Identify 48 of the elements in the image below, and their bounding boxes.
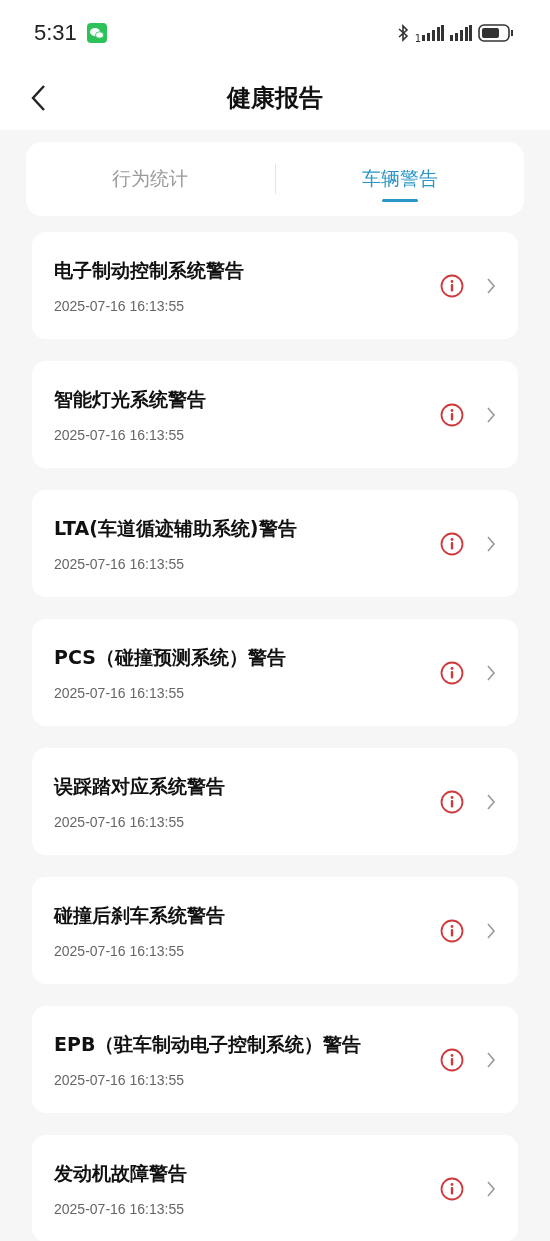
warning-title: EPB（驻车制动电子控制系统）警告 <box>54 1031 363 1057</box>
warning-card[interactable]: PCS（碰撞预测系统）警告 2025-07-16 16:13:55 <box>32 619 518 726</box>
signal-icon <box>422 25 444 41</box>
warning-card[interactable]: 发动机故障警告 2025-07-16 16:13:55 <box>32 1135 518 1241</box>
info-icon <box>440 789 464 814</box>
status-time: 5:31 <box>34 20 77 46</box>
warning-title: 智能灯光系统警告 <box>54 386 207 412</box>
chevron-icon <box>486 534 496 553</box>
warning-card[interactable]: 误踩踏对应系统警告 2025-07-16 16:13:55 <box>32 748 518 855</box>
chevron-icon <box>486 405 496 424</box>
warning-title: 发动机故障警告 <box>54 1160 188 1186</box>
chevron-icon <box>486 792 496 811</box>
info-icon <box>440 273 464 298</box>
sim-label: 1 <box>414 33 421 44</box>
warning-time: 2025-07-16 16:13:55 <box>54 684 185 701</box>
warning-title: 误踩踏对应系统警告 <box>54 773 226 799</box>
warning-card[interactable]: EPB（驻车制动电子控制系统）警告 2025-07-16 16:13:55 <box>32 1006 518 1113</box>
page-title: 健康报告 <box>227 83 323 114</box>
warning-title: LTA(车道循迹辅助系统)警告 <box>54 515 298 541</box>
warning-time: 2025-07-16 16:13:55 <box>54 942 185 959</box>
info-icon <box>440 918 464 943</box>
signal-icon <box>450 25 472 41</box>
info-icon <box>440 1176 464 1201</box>
warning-card[interactable]: LTA(车道循迹辅助系统)警告 2025-07-16 16:13:55 <box>32 490 518 597</box>
bluetooth-icon <box>396 24 409 42</box>
warning-card[interactable]: 电子制动控制系统警告 2025-07-16 16:13:55 <box>32 232 518 339</box>
warning-title: 碰撞后刹车系统警告 <box>54 902 226 928</box>
warning-time: 2025-07-16 16:13:55 <box>54 813 185 830</box>
chevron-icon <box>486 1179 496 1198</box>
warning-time: 2025-07-16 16:13:55 <box>54 426 185 443</box>
chevron-icon <box>486 276 496 295</box>
warning-card[interactable]: 智能灯光系统警告 2025-07-16 16:13:55 <box>32 361 518 468</box>
chevron-icon <box>486 1050 496 1069</box>
warning-time: 2025-07-16 16:13:55 <box>54 1071 185 1088</box>
info-icon <box>440 531 464 556</box>
chevron-icon <box>486 921 496 940</box>
warning-time: 2025-07-16 16:13:55 <box>54 555 185 572</box>
info-icon <box>440 402 464 427</box>
warning-time: 2025-07-16 16:13:55 <box>54 1200 185 1217</box>
warning-title: PCS（碰撞预测系统）警告 <box>54 644 287 670</box>
warning-card[interactable]: 碰撞后刹车系统警告 2025-07-16 16:13:55 <box>32 877 518 984</box>
info-icon <box>440 1047 464 1072</box>
warning-time: 2025-07-16 16:13:55 <box>54 297 185 314</box>
chevron-icon <box>486 663 496 682</box>
chat-app-icon <box>86 23 107 43</box>
battery-icon <box>478 24 514 42</box>
info-icon <box>440 660 464 685</box>
warning-title: 电子制动控制系统警告 <box>54 257 245 283</box>
